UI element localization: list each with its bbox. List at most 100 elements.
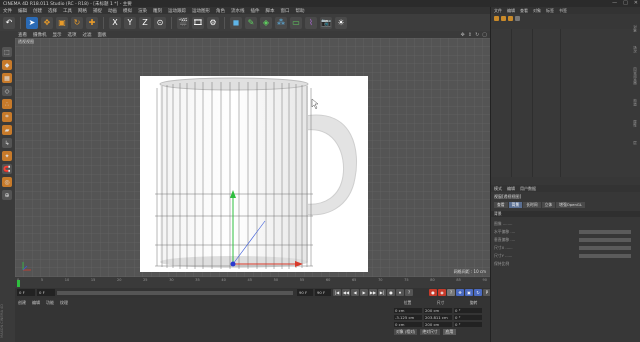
maximize-view-icon[interactable]: ▢: [482, 32, 487, 38]
position-field[interactable]: 0 cm: [394, 308, 422, 313]
apply-button[interactable]: 应用: [442, 329, 457, 335]
coordinate-system-icon[interactable]: ⊙: [154, 16, 166, 29]
preview-range-slider[interactable]: [57, 291, 293, 295]
object-search-icon[interactable]: [501, 15, 506, 21]
menu-item[interactable]: 工具: [63, 8, 72, 14]
material-menu-edit[interactable]: 编辑: [32, 300, 40, 306]
menu-item[interactable]: 编辑: [18, 8, 27, 14]
transport-button[interactable]: ▶▶: [369, 289, 377, 296]
transport-button[interactable]: ▶: [360, 289, 368, 296]
recent-tools-icon[interactable]: ✚: [86, 16, 98, 29]
transport-button[interactable]: ●: [387, 289, 395, 296]
render-settings-icon[interactable]: ⚙: [207, 16, 219, 29]
menu-item[interactable]: 文件: [3, 8, 12, 14]
size-field[interactable]: 200 cm: [424, 322, 452, 327]
menu-item[interactable]: 捕捉: [93, 8, 102, 14]
size-mode-dropdown[interactable]: 绝对尺寸: [420, 329, 440, 335]
object-menu-item[interactable]: 编辑: [507, 8, 515, 14]
object-menu-item[interactable]: 文件: [494, 8, 502, 14]
current-frame-field[interactable]: 0 F: [17, 289, 35, 296]
position-field[interactable]: -3.125 cm: [394, 315, 422, 320]
rotation-field[interactable]: 0 °: [454, 322, 482, 327]
viewport-menu-filter[interactable]: 过滤: [83, 32, 92, 38]
floor-icon[interactable]: ▭: [290, 16, 302, 29]
array-icon[interactable]: ⁂: [275, 16, 287, 29]
object-new-icon[interactable]: [515, 15, 520, 21]
menu-item[interactable]: 渲染: [138, 8, 147, 14]
render-view-icon[interactable]: 🎬: [177, 16, 189, 29]
menu-item[interactable]: 帮助: [296, 8, 305, 14]
perspective-viewport[interactable]: 透视视图 网格间距: 10 cm: [15, 38, 490, 277]
menu-item[interactable]: 模拟: [123, 8, 132, 14]
attributes-menu-item[interactable]: 用户数据: [520, 186, 536, 192]
menu-item[interactable]: 窗口: [281, 8, 290, 14]
menu-item[interactable]: 角色: [216, 8, 225, 14]
end-frame-field[interactable]: 90 F: [297, 289, 313, 296]
menu-item[interactable]: 网格: [78, 8, 87, 14]
attribute-slider[interactable]: [579, 246, 631, 250]
position-field[interactable]: 0 cm: [394, 322, 422, 327]
axis-modification-icon[interactable]: ⊕: [2, 190, 12, 200]
attribute-slider[interactable]: [579, 230, 631, 234]
position-key-icon[interactable]: ✥: [456, 289, 464, 296]
tweak-icon[interactable]: ✦: [2, 151, 12, 161]
polygons-mode-icon[interactable]: ▰: [2, 125, 12, 135]
object-menu-item[interactable]: 标签: [546, 8, 554, 14]
viewport-menu-view[interactable]: 查看: [18, 32, 27, 38]
size-field[interactable]: 200 cm: [424, 308, 452, 313]
deformer-icon[interactable]: ⌇: [305, 16, 317, 29]
enable-axis-icon[interactable]: ↳: [2, 138, 12, 148]
coordinate-mode-dropdown[interactable]: 对象 (相对): [394, 329, 418, 335]
move-icon[interactable]: ✥: [41, 16, 53, 29]
rotation-key-icon[interactable]: ↻: [474, 289, 482, 296]
cube-icon[interactable]: ◼: [230, 16, 242, 29]
pen-spline-icon[interactable]: ✎: [245, 16, 257, 29]
material-menu-function[interactable]: 功能: [46, 300, 54, 306]
object-menu-item[interactable]: 书签: [559, 8, 567, 14]
transport-button[interactable]: ⏺: [396, 289, 404, 296]
rotation-field[interactable]: 0 °: [454, 315, 482, 320]
rotation-field[interactable]: 0 °: [454, 308, 482, 313]
menu-item[interactable]: 运动跟踪: [168, 8, 186, 14]
menu-item[interactable]: 插件: [251, 8, 260, 14]
viewport-menu-display[interactable]: 显示: [53, 32, 62, 38]
side-tab[interactable]: 对象: [634, 25, 639, 32]
viewport-menu-panel[interactable]: 面板: [98, 32, 107, 38]
object-origin[interactable]: [230, 261, 236, 267]
object-menu-item[interactable]: 对象: [533, 8, 541, 14]
attributes-tab[interactable]: 增强OpenGL: [556, 202, 585, 208]
attributes-tab[interactable]: 长时间: [523, 202, 541, 208]
max-frame-field[interactable]: 90 F: [315, 289, 331, 296]
attributes-tab[interactable]: 立体: [541, 202, 556, 208]
object-filter-icon[interactable]: [494, 15, 499, 21]
transport-button[interactable]: |◀: [333, 289, 341, 296]
attribute-slider[interactable]: [579, 254, 631, 258]
menu-item[interactable]: 雕刻: [153, 8, 162, 14]
object-layer-icon[interactable]: [508, 15, 513, 21]
snap-icon[interactable]: 🧲: [2, 164, 12, 174]
transport-button[interactable]: ?: [405, 289, 413, 296]
side-tab[interactable]: 层: [634, 141, 639, 145]
menu-item[interactable]: 动画: [108, 8, 117, 14]
size-field[interactable]: 203.811 cm: [424, 315, 452, 320]
texture-mode-icon[interactable]: ▦: [2, 73, 12, 83]
rotate-icon[interactable]: ↻: [71, 16, 83, 29]
timeline-ruler[interactable]: 051015202530354045505560657075808590: [15, 278, 490, 288]
playhead[interactable]: [17, 280, 20, 287]
side-tab[interactable]: 构造: [634, 99, 639, 106]
object-menu-item[interactable]: 查看: [520, 8, 528, 14]
subdivision-surface-icon[interactable]: ◈: [260, 16, 272, 29]
object-list[interactable]: [491, 29, 640, 177]
material-menu-create[interactable]: 创建: [18, 300, 26, 306]
autokey-icon[interactable]: ◉: [438, 289, 446, 296]
attribute-slider[interactable]: [579, 238, 631, 242]
side-tab[interactable]: 场次: [634, 46, 639, 53]
make-editable-icon[interactable]: ⬚: [2, 47, 12, 57]
pan-icon[interactable]: ✥: [461, 32, 465, 38]
minimize-button[interactable]: —: [612, 0, 617, 6]
orbit-icon[interactable]: ↻: [475, 32, 479, 38]
z-axis-icon[interactable]: Z: [139, 16, 151, 29]
menu-item[interactable]: 流水线: [231, 8, 245, 14]
transport-button[interactable]: ◀◀: [342, 289, 350, 296]
menu-item[interactable]: 选择: [48, 8, 57, 14]
